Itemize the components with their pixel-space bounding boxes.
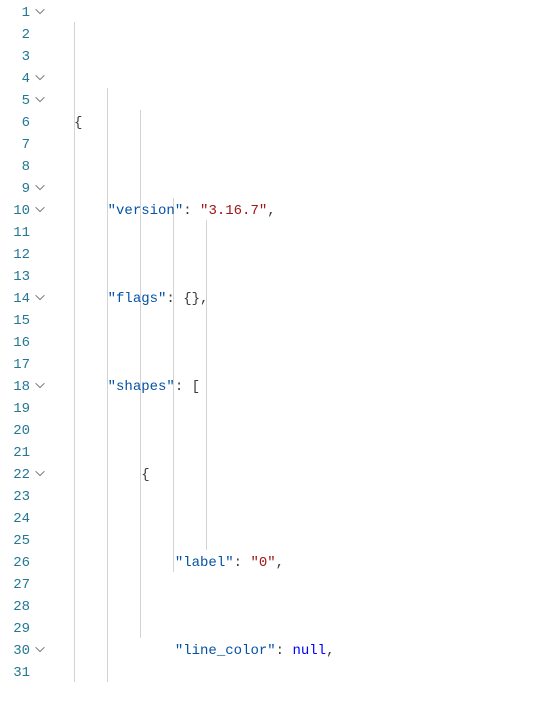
line-number: 22: [0, 464, 30, 486]
json-key: "label": [175, 555, 234, 571]
line-number: 9: [0, 178, 30, 200]
json-key: "version": [108, 203, 184, 219]
brace-open: {: [141, 467, 149, 483]
line-number: 21: [0, 442, 30, 464]
line-number: 13: [0, 266, 30, 288]
line-number: 31: [0, 662, 30, 684]
line-number: 18: [0, 376, 30, 398]
code-line[interactable]: "line_color": null,: [54, 640, 555, 662]
json-key: "shapes": [108, 379, 175, 395]
line-number: 7: [0, 134, 30, 156]
line-number: 17: [0, 354, 30, 376]
brace-open: {: [74, 115, 82, 131]
code-area[interactable]: { "version": "3.16.7", "flags": {}, "sha…: [54, 0, 555, 707]
fold-icon[interactable]: [32, 465, 48, 481]
line-number: 28: [0, 596, 30, 618]
line-number: 2: [0, 24, 30, 46]
fold-icon[interactable]: [32, 69, 48, 85]
line-number: 4: [0, 68, 30, 90]
fold-icon[interactable]: [32, 641, 48, 657]
line-number: 25: [0, 530, 30, 552]
code-line[interactable]: "label": "0",: [54, 552, 555, 574]
line-number: 11: [0, 222, 30, 244]
line-number: 14: [0, 288, 30, 310]
brace-empty: {},: [183, 291, 208, 307]
code-line[interactable]: {: [54, 464, 555, 486]
line-number: 5: [0, 90, 30, 112]
fold-icon[interactable]: [32, 3, 48, 19]
code-line[interactable]: "shapes": [: [54, 376, 555, 398]
code-line[interactable]: "version": "3.16.7",: [54, 200, 555, 222]
line-number: 19: [0, 398, 30, 420]
line-number: 6: [0, 112, 30, 134]
line-number: 8: [0, 156, 30, 178]
line-number: 27: [0, 574, 30, 596]
json-null: null: [292, 643, 326, 659]
line-number: 23: [0, 486, 30, 508]
line-number: 16: [0, 332, 30, 354]
line-number: 30: [0, 640, 30, 662]
line-number: 20: [0, 420, 30, 442]
json-string: "0": [250, 555, 275, 571]
code-line[interactable]: "flags": {},: [54, 288, 555, 310]
fold-icon[interactable]: [32, 289, 48, 305]
line-number: 10: [0, 200, 30, 222]
json-string: "3.16.7": [200, 203, 267, 219]
fold-icon[interactable]: [32, 179, 48, 195]
bracket-open: [: [192, 379, 200, 395]
fold-icon[interactable]: [32, 377, 48, 393]
json-key: "line_color": [175, 643, 276, 659]
line-number: 1: [0, 2, 30, 24]
line-number-gutter: 1 2 3 4 5 6 7 8 9 10 11 12 13 14 15 16 1…: [0, 0, 54, 707]
fold-icon[interactable]: [32, 91, 48, 107]
code-editor[interactable]: 1 2 3 4 5 6 7 8 9 10 11 12 13 14 15 16 1…: [0, 0, 555, 707]
line-number: 15: [0, 310, 30, 332]
json-key: "flags": [108, 291, 167, 307]
line-number: 26: [0, 552, 30, 574]
code-line[interactable]: {: [54, 112, 555, 134]
line-number: 12: [0, 244, 30, 266]
line-number: 24: [0, 508, 30, 530]
fold-icon[interactable]: [32, 201, 48, 217]
line-number: 3: [0, 46, 30, 68]
line-number: 29: [0, 618, 30, 640]
